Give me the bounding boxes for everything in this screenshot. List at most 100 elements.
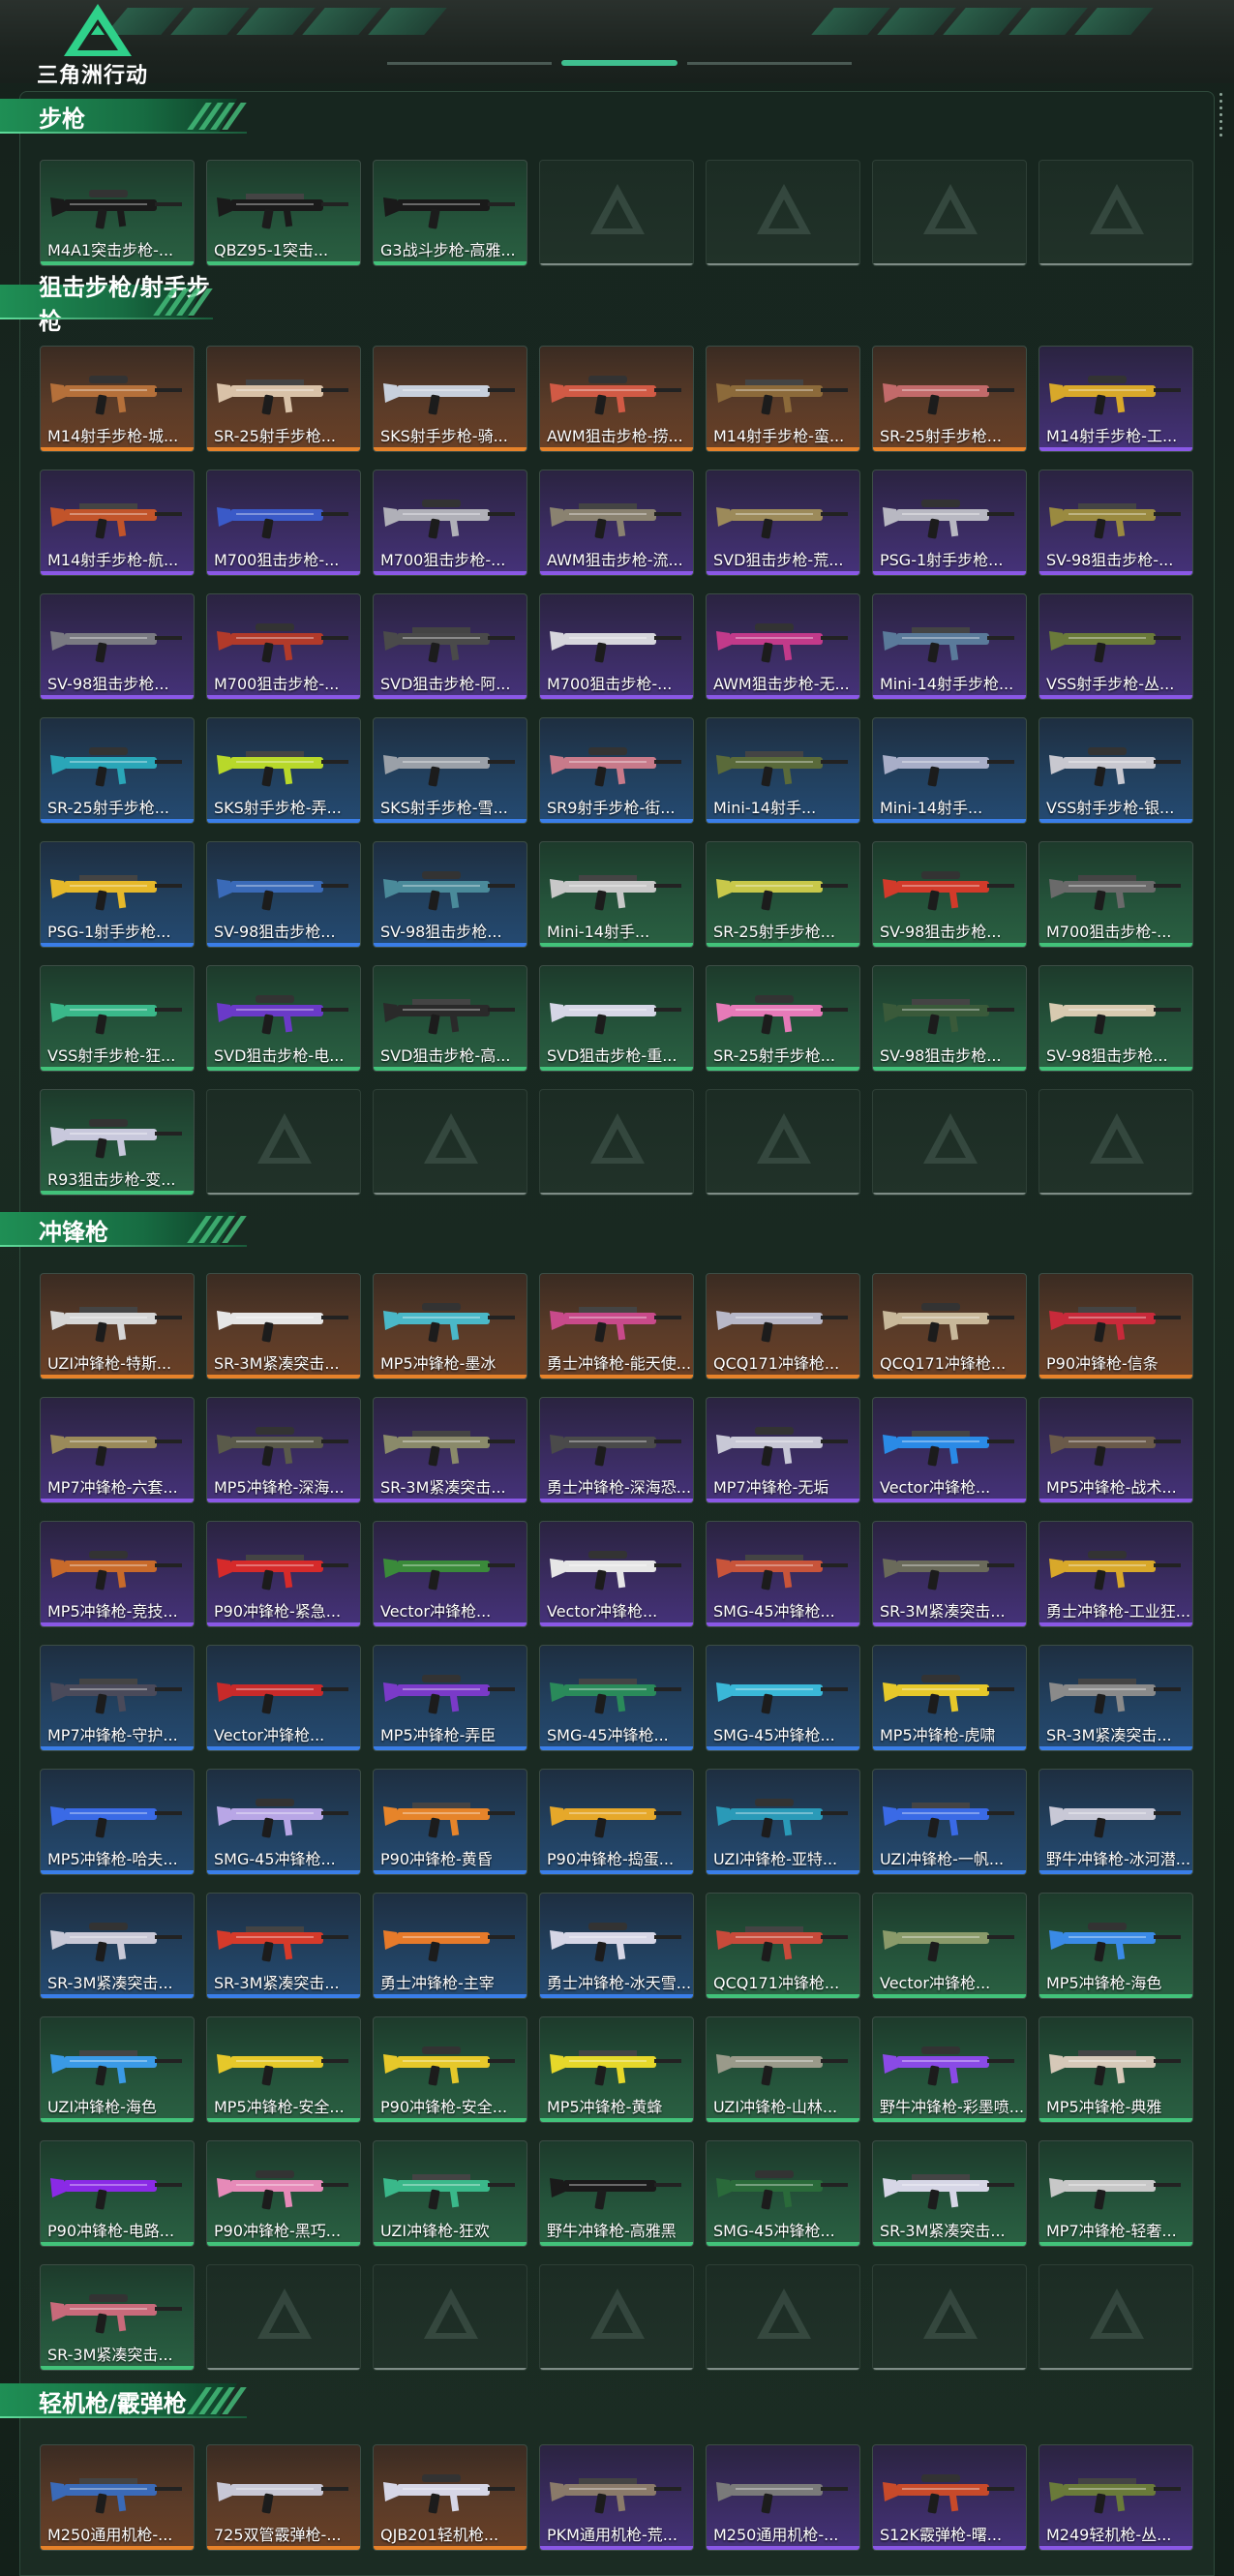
weapon-card[interactable]: SV-98狙击步枪... [373, 841, 527, 948]
weapon-card[interactable]: MP7冲锋枪-无垢 [706, 1397, 860, 1503]
weapon-card[interactable]: SMG-45冲锋枪... [539, 1645, 694, 1751]
weapon-card[interactable]: SVD狙击步枪-重... [539, 965, 694, 1072]
weapon-card[interactable]: M250通用机枪-... [40, 2444, 195, 2551]
weapon-card[interactable]: QBZ95-1突击... [206, 160, 361, 266]
weapon-card[interactable]: 725双管霰弹枪-... [206, 2444, 361, 2551]
weapon-card[interactable]: SVD狙击步枪-电... [206, 965, 361, 1072]
weapon-card[interactable]: SR-25射手步枪... [706, 965, 860, 1072]
weapon-card[interactable]: 勇士冲锋枪-工业狂... [1038, 1521, 1193, 1627]
weapon-card[interactable]: SV-98狙击步枪... [872, 841, 1027, 948]
weapon-card[interactable]: SR-3M紧凑突击... [373, 1397, 527, 1503]
weapon-card[interactable]: SVD狙击步枪-高... [373, 965, 527, 1072]
weapon-card[interactable]: SR-3M紧凑突击... [206, 1273, 361, 1379]
weapon-card[interactable]: QCQ171冲锋枪... [872, 1273, 1027, 1379]
weapon-card[interactable]: 野牛冲锋枪-冰河潜... [1038, 1769, 1193, 1875]
weapon-card[interactable]: 勇士冲锋枪-冰天雪... [539, 1893, 694, 1999]
weapon-card[interactable]: P90冲锋枪-捣蛋... [539, 1769, 694, 1875]
weapon-card[interactable]: SV-98狙击步枪-... [1038, 470, 1193, 576]
weapon-card[interactable]: MP5冲锋枪-竞技... [40, 1521, 195, 1627]
weapon-card[interactable]: MP7冲锋枪-六套... [40, 1397, 195, 1503]
weapon-card[interactable]: Vector冲锋枪... [539, 1521, 694, 1627]
weapon-card[interactable]: AWM狙击步枪-无... [706, 593, 860, 700]
weapon-card[interactable]: AWM狙击步枪-流... [539, 470, 694, 576]
weapon-card[interactable]: MP5冲锋枪-虎啸 [872, 1645, 1027, 1751]
weapon-card[interactable]: PSG-1射手步枪... [872, 470, 1027, 576]
weapon-card[interactable]: MP5冲锋枪-墨冰 [373, 1273, 527, 1379]
weapon-card[interactable]: Vector冲锋枪... [206, 1645, 361, 1751]
weapon-card[interactable]: R93狙击步枪-变... [40, 1089, 195, 1196]
weapon-card[interactable]: MP5冲锋枪-海色 [1038, 1893, 1193, 1999]
weapon-card[interactable]: SR-25射手步枪... [206, 346, 361, 452]
weapon-card[interactable]: VSS射手步枪-丛... [1038, 593, 1193, 700]
weapon-card[interactable]: Mini-14射手步枪... [872, 593, 1027, 700]
weapon-card[interactable]: MP5冲锋枪-哈夫... [40, 1769, 195, 1875]
weapon-card[interactable]: 勇士冲锋枪-主宰 [373, 1893, 527, 1999]
weapon-card[interactable]: UZI冲锋枪-亚特... [706, 1769, 860, 1875]
weapon-card[interactable]: S12K霰弹枪-曙... [872, 2444, 1027, 2551]
weapon-card[interactable]: MP7冲锋枪-守护... [40, 1645, 195, 1751]
weapon-card[interactable]: 勇士冲锋枪-深海恐... [539, 1397, 694, 1503]
weapon-card[interactable]: SVD狙击步枪-阿... [373, 593, 527, 700]
weapon-card[interactable]: P90冲锋枪-安全... [373, 2016, 527, 2123]
weapon-card[interactable]: SVD狙击步枪-荒... [706, 470, 860, 576]
weapon-card[interactable]: MP5冲锋枪-安全... [206, 2016, 361, 2123]
weapon-card[interactable]: Vector冲锋枪... [872, 1893, 1027, 1999]
weapon-card[interactable]: SR-3M紧凑突击... [872, 1521, 1027, 1627]
weapon-card[interactable]: M700狙击步枪-... [1038, 841, 1193, 948]
weapon-card[interactable]: QJB201轻机枪... [373, 2444, 527, 2551]
weapon-card[interactable]: M700狙击步枪-... [206, 593, 361, 700]
weapon-card[interactable]: MP5冲锋枪-深海... [206, 1397, 361, 1503]
weapon-card[interactable]: Mini-14射手... [706, 717, 860, 824]
weapon-card[interactable]: MP5冲锋枪-黄蜂 [539, 2016, 694, 2123]
weapon-card[interactable]: SKS射手步枪-雪... [373, 717, 527, 824]
weapon-card[interactable]: Mini-14射手... [539, 841, 694, 948]
weapon-card[interactable]: G3战斗步枪-高雅... [373, 160, 527, 266]
weapon-card[interactable]: P90冲锋枪-黄昏 [373, 1769, 527, 1875]
weapon-card[interactable]: SR-3M紧凑突击... [206, 1893, 361, 1999]
weapon-card[interactable]: VSS射手步枪-狂... [40, 965, 195, 1072]
weapon-card[interactable]: SR-25射手步枪... [872, 346, 1027, 452]
weapon-card[interactable]: SMG-45冲锋枪... [706, 2140, 860, 2247]
weapon-card[interactable]: SR-3M紧凑突击... [40, 1893, 195, 1999]
scroll-indicator[interactable] [1219, 93, 1222, 143]
weapon-card[interactable]: M14射手步枪-航... [40, 470, 195, 576]
weapon-card[interactable]: SMG-45冲锋枪... [706, 1645, 860, 1751]
weapon-card[interactable]: SR-3M紧凑突击... [40, 2264, 195, 2371]
weapon-card[interactable]: 野牛冲锋枪-彩墨喷... [872, 2016, 1027, 2123]
weapon-card[interactable]: UZI冲锋枪-特斯... [40, 1273, 195, 1379]
weapon-card[interactable]: SKS射手步枪-骑... [373, 346, 527, 452]
weapon-card[interactable]: SV-98狙击步枪... [206, 841, 361, 948]
weapon-card[interactable]: UZI冲锋枪-一帆... [872, 1769, 1027, 1875]
weapon-card[interactable]: MP5冲锋枪-弄臣 [373, 1645, 527, 1751]
weapon-card[interactable]: Vector冲锋枪... [373, 1521, 527, 1627]
weapon-card[interactable]: SKS射手步枪-弄... [206, 717, 361, 824]
weapon-card[interactable]: MP5冲锋枪-典雅 [1038, 2016, 1193, 2123]
weapon-card[interactable]: P90冲锋枪-紧急... [206, 1521, 361, 1627]
weapon-card[interactable]: Mini-14射手... [872, 717, 1027, 824]
weapon-card[interactable]: MP7冲锋枪-轻奢... [1038, 2140, 1193, 2247]
weapon-card[interactable]: M14射手步枪-城... [40, 346, 195, 452]
weapon-card[interactable]: P90冲锋枪-信条 [1038, 1273, 1193, 1379]
weapon-card[interactable]: SR-25射手步枪... [40, 717, 195, 824]
weapon-card[interactable]: QCQ171冲锋枪... [706, 1893, 860, 1999]
weapon-card[interactable]: UZI冲锋枪-山林... [706, 2016, 860, 2123]
weapon-card[interactable]: P90冲锋枪-电路... [40, 2140, 195, 2247]
weapon-card[interactable]: M250通用机枪-... [706, 2444, 860, 2551]
weapon-card[interactable]: PKM通用机枪-荒... [539, 2444, 694, 2551]
weapon-card[interactable]: 野牛冲锋枪-高雅黑 [539, 2140, 694, 2247]
weapon-card[interactable]: SV-98狙击步枪... [1038, 965, 1193, 1072]
weapon-card[interactable]: SMG-45冲锋枪... [706, 1521, 860, 1627]
weapon-card[interactable]: SR-3M紧凑突击... [1038, 1645, 1193, 1751]
weapon-card[interactable]: QCQ171冲锋枪... [706, 1273, 860, 1379]
weapon-card[interactable]: P90冲锋枪-黑巧... [206, 2140, 361, 2247]
weapon-card[interactable]: M14射手步枪-蛮... [706, 346, 860, 452]
weapon-card[interactable]: SR-3M紧凑突击... [872, 2140, 1027, 2247]
weapon-card[interactable]: UZI冲锋枪-狂欢 [373, 2140, 527, 2247]
weapon-card[interactable]: MP5冲锋枪-战术... [1038, 1397, 1193, 1503]
weapon-card[interactable]: SMG-45冲锋枪... [206, 1769, 361, 1875]
weapon-card[interactable]: M4A1突击步枪-... [40, 160, 195, 266]
weapon-card[interactable]: PSG-1射手步枪... [40, 841, 195, 948]
weapon-card[interactable]: M700狙击步枪-... [206, 470, 361, 576]
weapon-card[interactable]: M700狙击步枪-... [539, 593, 694, 700]
weapon-card[interactable]: AWM狙击步枪-捞... [539, 346, 694, 452]
